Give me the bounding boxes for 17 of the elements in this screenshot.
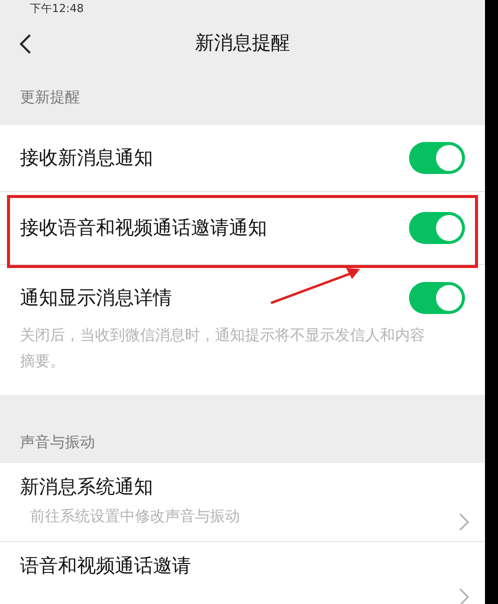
chevron-icon: [459, 588, 469, 604]
toggle-switch[interactable]: [409, 282, 465, 314]
setting-subtitle: 前往系统设置中修改声音与振动: [29, 506, 240, 527]
chevron-icon: [459, 513, 469, 531]
page-title: 新消息提醒: [195, 30, 290, 56]
toggle-switch[interactable]: [409, 142, 465, 174]
setting-description: 关闭后，当收到微信消息时，通知提示将不显示发信人和内容摘要。: [20, 325, 426, 372]
section-label: 更新提醒: [20, 87, 80, 108]
status-time: 下午12:48: [30, 2, 84, 14]
setting-label: 接收新消息通知: [20, 146, 153, 171]
setting-label: 语音和视频通话邀请: [20, 554, 191, 579]
section-label: 声音与振动: [20, 432, 95, 452]
setting-label: 新消息系统通知: [20, 475, 154, 500]
back-icon[interactable]: [18, 33, 32, 55]
setting-label: 通知显示消息详情: [20, 286, 172, 311]
setting-label: 接收语音和视频通话邀请通知: [20, 216, 267, 241]
toggle-switch[interactable]: [409, 212, 465, 244]
